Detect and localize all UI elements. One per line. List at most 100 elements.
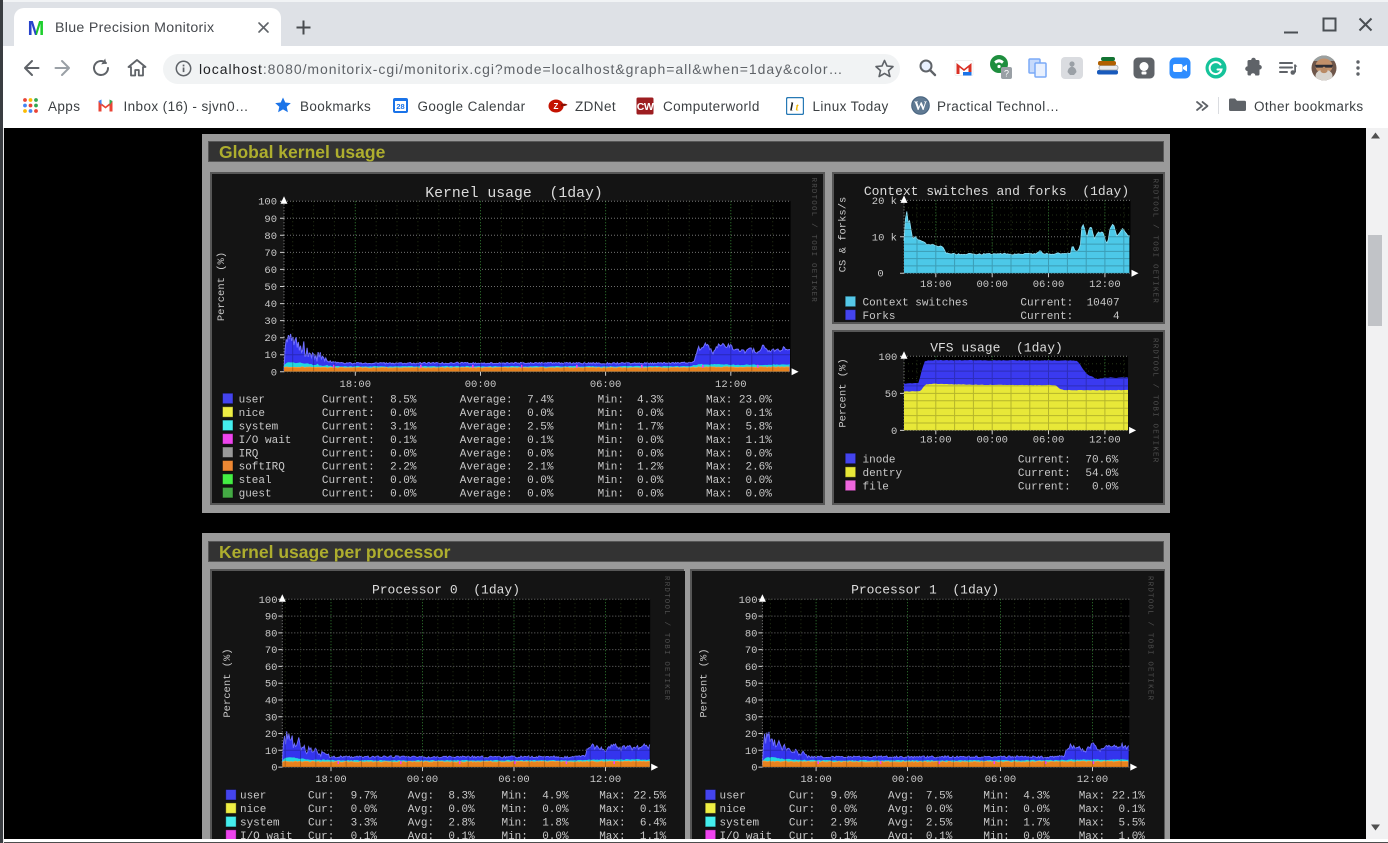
svg-text:100: 100 <box>738 595 757 607</box>
svg-text:0: 0 <box>877 268 883 280</box>
svg-text:Percent (%): Percent (%) <box>837 358 849 427</box>
svg-text:00:00: 00:00 <box>891 774 922 786</box>
svg-text:M: M <box>28 18 45 38</box>
svg-text:18:00: 18:00 <box>340 379 372 391</box>
svg-text:nice: nice <box>240 804 266 816</box>
svg-text:3.1%: 3.1% <box>390 421 417 433</box>
svg-text:Average:: Average: <box>460 448 513 460</box>
svg-text:Min:: Min: <box>598 394 624 406</box>
svg-text:22.5%: 22.5% <box>633 791 666 803</box>
svg-text:Current:: Current: <box>322 488 375 500</box>
svg-text:0.1%: 0.1% <box>527 434 554 446</box>
svg-text:10: 10 <box>264 350 277 362</box>
svg-text:06:00: 06:00 <box>984 774 1015 786</box>
svg-text:4: 4 <box>1112 310 1119 322</box>
svg-text:18:00: 18:00 <box>315 774 346 786</box>
svg-text:00:00: 00:00 <box>976 435 1008 447</box>
svg-text:4.3%: 4.3% <box>637 394 664 406</box>
svg-text:inode: inode <box>862 455 895 467</box>
svg-text:0.0%: 0.0% <box>448 804 475 816</box>
svg-text:Max:: Max: <box>1078 804 1104 816</box>
svg-text:12:00: 12:00 <box>1076 774 1107 786</box>
svg-text:0.0%: 0.0% <box>527 448 554 460</box>
svg-text:VFS usage (1day): VFS usage (1day) <box>930 340 1063 355</box>
svg-text:Percent (%): Percent (%) <box>216 251 228 320</box>
svg-text:0.0%: 0.0% <box>1023 804 1050 816</box>
svg-text:user: user <box>719 791 745 803</box>
svg-text:RRDTOOL / TOBI OETIKER: RRDTOOL / TOBI OETIKER <box>662 576 670 701</box>
svg-text:Avg:: Avg: <box>408 804 434 816</box>
svg-text:Min:: Min: <box>598 475 624 487</box>
svg-text:10407: 10407 <box>1086 297 1119 309</box>
svg-text:80: 80 <box>264 230 277 242</box>
svg-text:06:00: 06:00 <box>590 379 622 391</box>
svg-text:Min:: Min: <box>501 818 527 830</box>
svg-text:Max:: Max: <box>706 488 732 500</box>
svg-text:Current:: Current: <box>1020 310 1073 322</box>
svg-text:Current:: Current: <box>1020 297 1073 309</box>
svg-text:0.0%: 0.0% <box>637 488 664 500</box>
svg-text:30: 30 <box>265 712 278 724</box>
svg-text:Avg:: Avg: <box>408 818 434 830</box>
svg-text:RRDTOOL / TOBI OETIKER: RRDTOOL / TOBI OETIKER <box>1150 178 1158 303</box>
svg-text:20: 20 <box>264 333 277 345</box>
svg-text:Current:: Current: <box>322 475 375 487</box>
svg-text:Current:: Current: <box>322 394 375 406</box>
svg-text:12:00: 12:00 <box>715 379 747 391</box>
svg-text:IRQ: IRQ <box>239 448 259 460</box>
svg-text:CS & forks/s: CS & forks/s <box>837 196 849 272</box>
svg-text:0.0%: 0.0% <box>925 804 952 816</box>
svg-text:50: 50 <box>884 389 897 401</box>
svg-text:0.0%: 0.0% <box>637 407 664 419</box>
svg-text:Min:: Min: <box>983 791 1009 803</box>
svg-text:Max:: Max: <box>706 434 732 446</box>
svg-text:Current:: Current: <box>322 407 375 419</box>
svg-text:user: user <box>239 394 265 406</box>
svg-text:50: 50 <box>265 679 278 691</box>
svg-text:Average:: Average: <box>460 488 513 500</box>
svg-text:system: system <box>719 818 759 830</box>
svg-text:Min:: Min: <box>983 818 1009 830</box>
svg-text:70: 70 <box>264 247 277 259</box>
svg-text:0.0%: 0.0% <box>542 804 569 816</box>
svg-text:40: 40 <box>744 696 757 708</box>
svg-text:0.0%: 0.0% <box>637 475 664 487</box>
svg-text:2.1%: 2.1% <box>527 461 554 473</box>
svg-text:RRDTOOL / TOBI OETIKER: RRDTOOL / TOBI OETIKER <box>1150 338 1158 463</box>
svg-text:Max:: Max: <box>706 421 732 433</box>
svg-text:I/O wait: I/O wait <box>239 434 292 446</box>
svg-text:Max:: Max: <box>599 791 625 803</box>
svg-text:steal: steal <box>239 475 272 487</box>
svg-text:12:00: 12:00 <box>590 774 621 786</box>
svg-text:Z: Z <box>554 102 559 111</box>
svg-text:1.7%: 1.7% <box>637 421 664 433</box>
svg-text:Min:: Min: <box>501 791 527 803</box>
svg-text:Cur:: Cur: <box>788 804 814 816</box>
svg-text:0.1%: 0.1% <box>1118 804 1145 816</box>
svg-text:Max:: Max: <box>706 448 732 460</box>
svg-text:RRDTOOL / TOBI OETIKER: RRDTOOL / TOBI OETIKER <box>809 177 817 302</box>
svg-text:0.0%: 0.0% <box>390 407 417 419</box>
svg-text:Percent (%): Percent (%) <box>698 648 710 717</box>
svg-text:1.2%: 1.2% <box>637 461 664 473</box>
svg-text:Cur:: Cur: <box>308 791 334 803</box>
svg-text:Avg:: Avg: <box>887 804 913 816</box>
svg-text:Max:: Max: <box>1078 818 1104 830</box>
svg-text:Min:: Min: <box>501 804 527 816</box>
svg-text:Min:: Min: <box>598 448 624 460</box>
svg-text:1.7%: 1.7% <box>1023 818 1050 830</box>
svg-text:12:00: 12:00 <box>1089 435 1121 447</box>
svg-text:Min:: Min: <box>598 461 624 473</box>
svg-text:0.0%: 0.0% <box>830 804 857 816</box>
svg-text:9.0%: 9.0% <box>830 791 857 803</box>
svg-text:Processor 0 (1day): Processor 0 (1day) <box>372 583 520 598</box>
svg-text:7.5%: 7.5% <box>925 791 952 803</box>
svg-text:2.8%: 2.8% <box>448 818 475 830</box>
svg-text:user: user <box>240 791 266 803</box>
svg-text:0: 0 <box>751 763 757 775</box>
svg-text:0.0%: 0.0% <box>527 407 554 419</box>
svg-text:0.0%: 0.0% <box>745 448 772 460</box>
svg-text:dentry: dentry <box>862 468 902 480</box>
svg-text:7.4%: 7.4% <box>527 394 554 406</box>
svg-text:12:00: 12:00 <box>1089 279 1121 291</box>
